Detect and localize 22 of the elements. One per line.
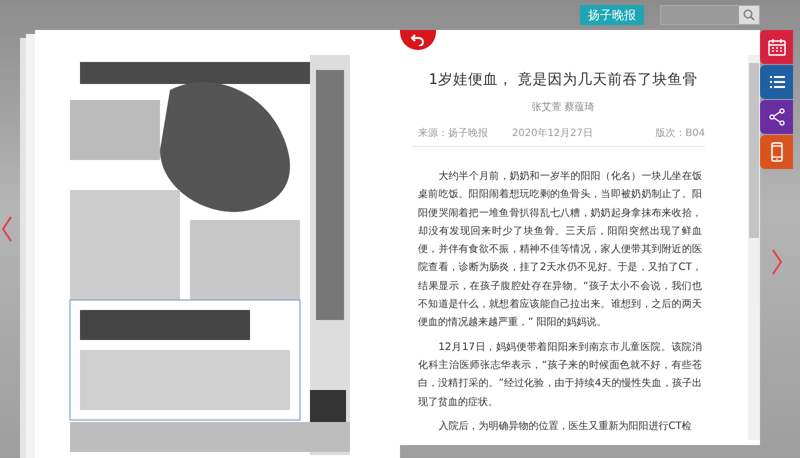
side-tab[interactable] [760,65,793,99]
side-tab[interactable] [760,30,793,64]
side-tab[interactable] [760,100,793,134]
scrollbar[interactable] [748,55,760,440]
search-icon [743,9,755,21]
calendar-icon [766,37,786,57]
article-paragraph: 12月17日，妈妈便带着阳阳来到南京市儿童医院。该院消化科主治医师张志华表示，“孩子来的时候面色就不好，有些苍白，没精打采的。”经过化验，由于持续4天的慢性失血，孩子出现了贫血的症状。 [418,340,702,410]
back-button[interactable] [400,30,436,50]
article-source: 来源：扬子晚报 [418,127,488,141]
search-button[interactable] [739,6,759,24]
article-title: 1岁娃便血， 竟是因为几天前吞了块鱼骨 [428,70,698,90]
article-paragraph: 大约半个月前，奶奶和一岁半的阳阳（化名）一块儿坐在饭桌前吃饭。阳阳闹着想玩吃剩的鱼骨头，当即被奶奶制止了。阳阳便哭闹着把一堆鱼骨扒得乱七八糟，奶奶起身拿抹布来收拾，却没有发现回来时少了块鱼骨。三天后，阳阳突然出现了鲜血便，并伴有食欲不振，精神不佳等情况，家人便带其到附近的医院查看，诊断为肠炎，挂了2天水仍不见好。于是，又拍了CT，结果显示，在孩子腹腔处存在异物。“孩子太小不会说，我们也不知道是什么，就想着应该能自己拉出来。谁想到，之后的两天便血的情况越来越严重，” 阳阳的妈妈说。 [418,170,702,330]
article-edition: 版次：B04 [655,127,705,141]
newspaper-button[interactable]: 扬子晚报 [580,5,644,25]
search-field[interactable] [660,5,760,25]
article-paragraph: 入院后，为明确异物的位置，医生又重新为阳阳进行CT检 [437,420,693,434]
previous-page-arrow[interactable] [0,216,14,242]
side-tab[interactable] [760,135,793,169]
back-arrow-icon [411,34,425,46]
article-date: 2020年12月27日 [512,127,593,141]
article-authors: 张艾萱 蔡蕴琦 [530,101,596,115]
share-icon [766,107,786,127]
